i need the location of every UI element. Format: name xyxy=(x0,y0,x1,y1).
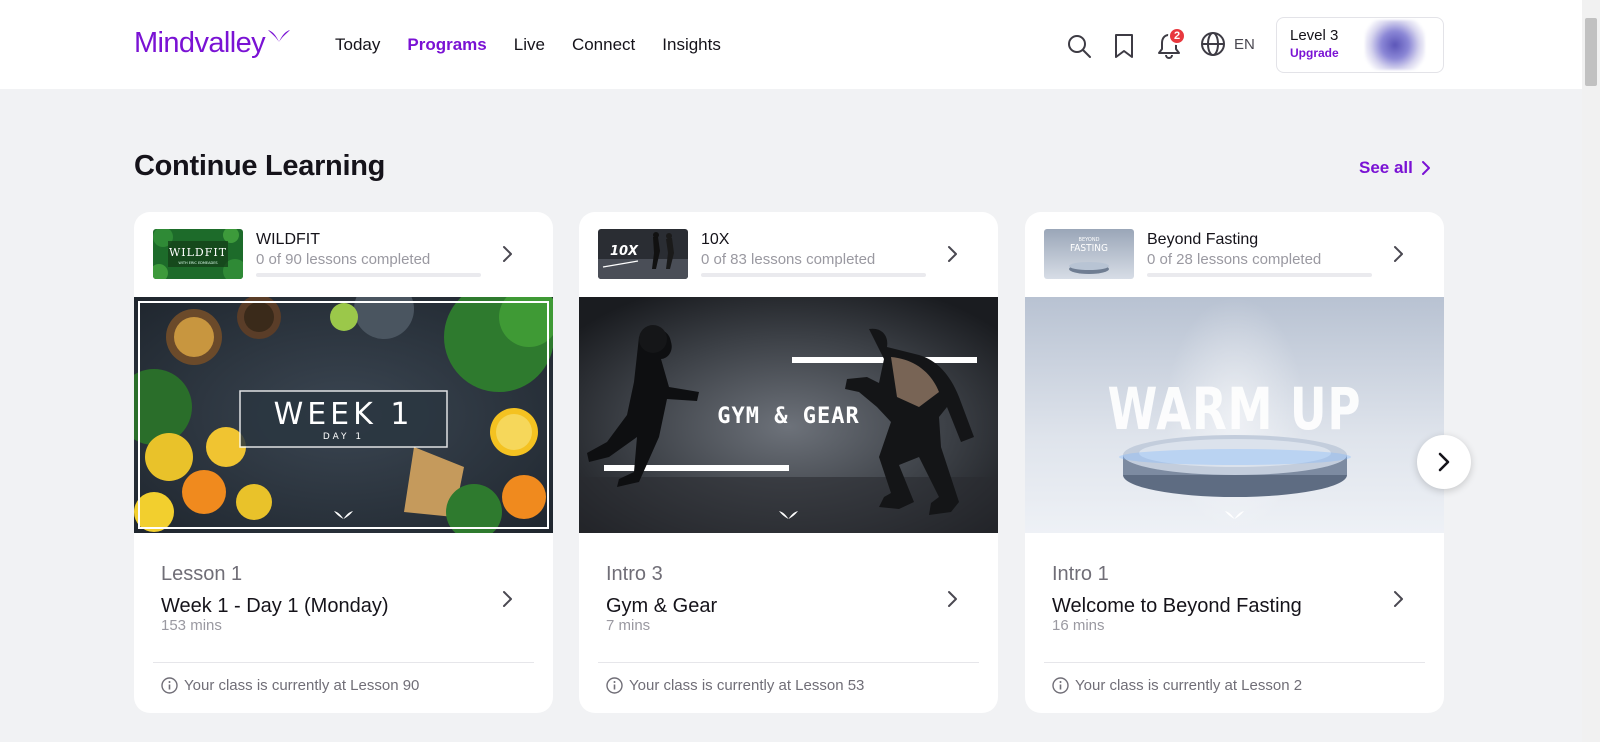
progress-bar xyxy=(701,273,926,277)
program-header[interactable]: 10X 10X 0 of 83 lessons completed xyxy=(579,212,998,297)
program-progress-text: 0 of 83 lessons completed xyxy=(701,251,876,268)
thumb-title: FASTING xyxy=(1070,243,1108,254)
thumb-title: 10X xyxy=(610,244,639,259)
profile-menu[interactable]: Level 3 Upgrade xyxy=(1276,17,1444,73)
program-progress-text: 0 of 90 lessons completed xyxy=(256,251,431,268)
program-name: 10X xyxy=(701,231,730,248)
lesson-hero-image[interactable]: GYM & GEAR xyxy=(579,297,998,533)
lesson-title[interactable]: Gym & Gear xyxy=(606,595,717,618)
chevron-right-icon xyxy=(948,246,957,262)
program-thumbnail: WILDFIT WITH ERIC EDMEADES xyxy=(153,229,243,279)
page-scrollbar[interactable] xyxy=(1582,0,1600,742)
upgrade-link[interactable]: Upgrade xyxy=(1290,46,1339,60)
chevron-right-icon xyxy=(1394,246,1403,262)
see-all-label: See all xyxy=(1359,158,1413,177)
carousel-next-icon xyxy=(1438,452,1450,472)
class-status: Your class is currently at Lesson 90 xyxy=(161,677,419,694)
avatar xyxy=(1365,20,1425,70)
program-name: WILDFIT xyxy=(256,231,320,248)
class-status-text: Your class is currently at Lesson 90 xyxy=(184,677,420,694)
lesson-duration: 7 mins xyxy=(606,617,651,634)
lesson-label: Intro 1 xyxy=(1052,563,1109,585)
info-icon xyxy=(1052,677,1069,694)
main-nav: Today Programs Live Connect Insights xyxy=(335,33,748,57)
lesson-duration: 153 mins xyxy=(161,617,222,634)
chevron-right-icon[interactable] xyxy=(502,590,514,608)
program-header[interactable]: WILDFIT WITH ERIC EDMEADES WILDFIT 0 of … xyxy=(134,212,553,297)
program-progress-text: 0 of 28 lessons completed xyxy=(1147,251,1322,268)
nav-live[interactable]: Live xyxy=(514,33,545,57)
lesson-duration: 16 mins xyxy=(1052,617,1105,634)
lesson-label: Intro 3 xyxy=(606,563,663,585)
language-label: EN xyxy=(1234,35,1255,53)
chevron-right-icon xyxy=(1421,161,1430,175)
nav-connect[interactable]: Connect xyxy=(572,33,635,57)
chevron-right-icon xyxy=(503,246,512,262)
see-all-link[interactable]: See all xyxy=(1359,158,1431,178)
scrollbar-thumb[interactable] xyxy=(1585,18,1597,86)
program-header[interactable]: BEYOND FASTING Beyond Fasting 0 of 28 le… xyxy=(1025,212,1444,297)
hero-subtitle: DAY 1 xyxy=(323,432,364,442)
class-status: Your class is currently at Lesson 2 xyxy=(1052,677,1302,694)
nav-today[interactable]: Today xyxy=(335,33,380,57)
chevron-right-icon[interactable] xyxy=(947,590,959,608)
bookmark-button[interactable] xyxy=(1109,31,1139,61)
hero-title: GYM & GEAR xyxy=(717,404,859,429)
level-label: Level 3 xyxy=(1290,27,1339,44)
logo-text: Mindvalley xyxy=(134,27,266,59)
thumb-title: WILDFIT xyxy=(169,246,227,259)
nav-programs[interactable]: Programs xyxy=(407,33,486,57)
program-card-wildfit: WILDFIT WITH ERIC EDMEADES WILDFIT 0 of … xyxy=(134,212,553,713)
info-icon xyxy=(606,677,623,694)
globe-icon xyxy=(1201,32,1225,56)
hero-title: WARM UP xyxy=(1108,377,1362,444)
hero-title: WEEK 1 xyxy=(274,397,414,432)
mindvalley-logo-icon xyxy=(268,30,290,42)
class-status-text: Your class is currently at Lesson 53 xyxy=(629,677,865,694)
card-divider xyxy=(598,662,979,663)
class-status: Your class is currently at Lesson 53 xyxy=(606,677,864,694)
card-divider xyxy=(153,662,534,663)
carousel-next-button[interactable] xyxy=(1417,435,1471,489)
class-status-text: Your class is currently at Lesson 2 xyxy=(1075,677,1303,694)
section-title: Continue Learning xyxy=(134,150,386,182)
lesson-title[interactable]: Welcome to Beyond Fasting xyxy=(1052,595,1302,618)
nav-insights[interactable]: Insights xyxy=(662,33,721,57)
notification-badge: 2 xyxy=(1168,27,1186,45)
lesson-hero-image[interactable]: WEEK 1 DAY 1 xyxy=(134,297,553,533)
info-icon xyxy=(161,677,178,694)
lesson-hero-image[interactable]: WARM UP xyxy=(1025,297,1444,533)
mindvalley-logo[interactable]: Mindvalley xyxy=(134,26,291,60)
language-selector[interactable]: EN xyxy=(1200,31,1255,57)
card-divider xyxy=(1044,662,1425,663)
search-icon xyxy=(1068,35,1091,58)
program-thumbnail: BEYOND FASTING xyxy=(1044,229,1134,279)
thumb-subtitle: WITH ERIC EDMEADES xyxy=(178,261,218,265)
lesson-title[interactable]: Week 1 - Day 1 (Monday) xyxy=(161,595,389,618)
chevron-right-icon[interactable] xyxy=(1393,590,1405,608)
progress-bar xyxy=(256,273,481,277)
program-thumbnail: 10X xyxy=(598,229,688,279)
progress-bar xyxy=(1147,273,1372,277)
top-navigation-bar: Mindvalley Today Programs Live Connect I… xyxy=(0,0,1582,89)
program-card-10x: 10X 10X 0 of 83 lessons completed GYM & … xyxy=(579,212,998,713)
program-card-beyond-fasting: BEYOND FASTING Beyond Fasting 0 of 28 le… xyxy=(1025,212,1444,713)
search-button[interactable] xyxy=(1064,31,1094,61)
lesson-label: Lesson 1 xyxy=(161,563,243,585)
program-name: Beyond Fasting xyxy=(1147,231,1259,248)
bookmark-icon xyxy=(1115,34,1133,58)
